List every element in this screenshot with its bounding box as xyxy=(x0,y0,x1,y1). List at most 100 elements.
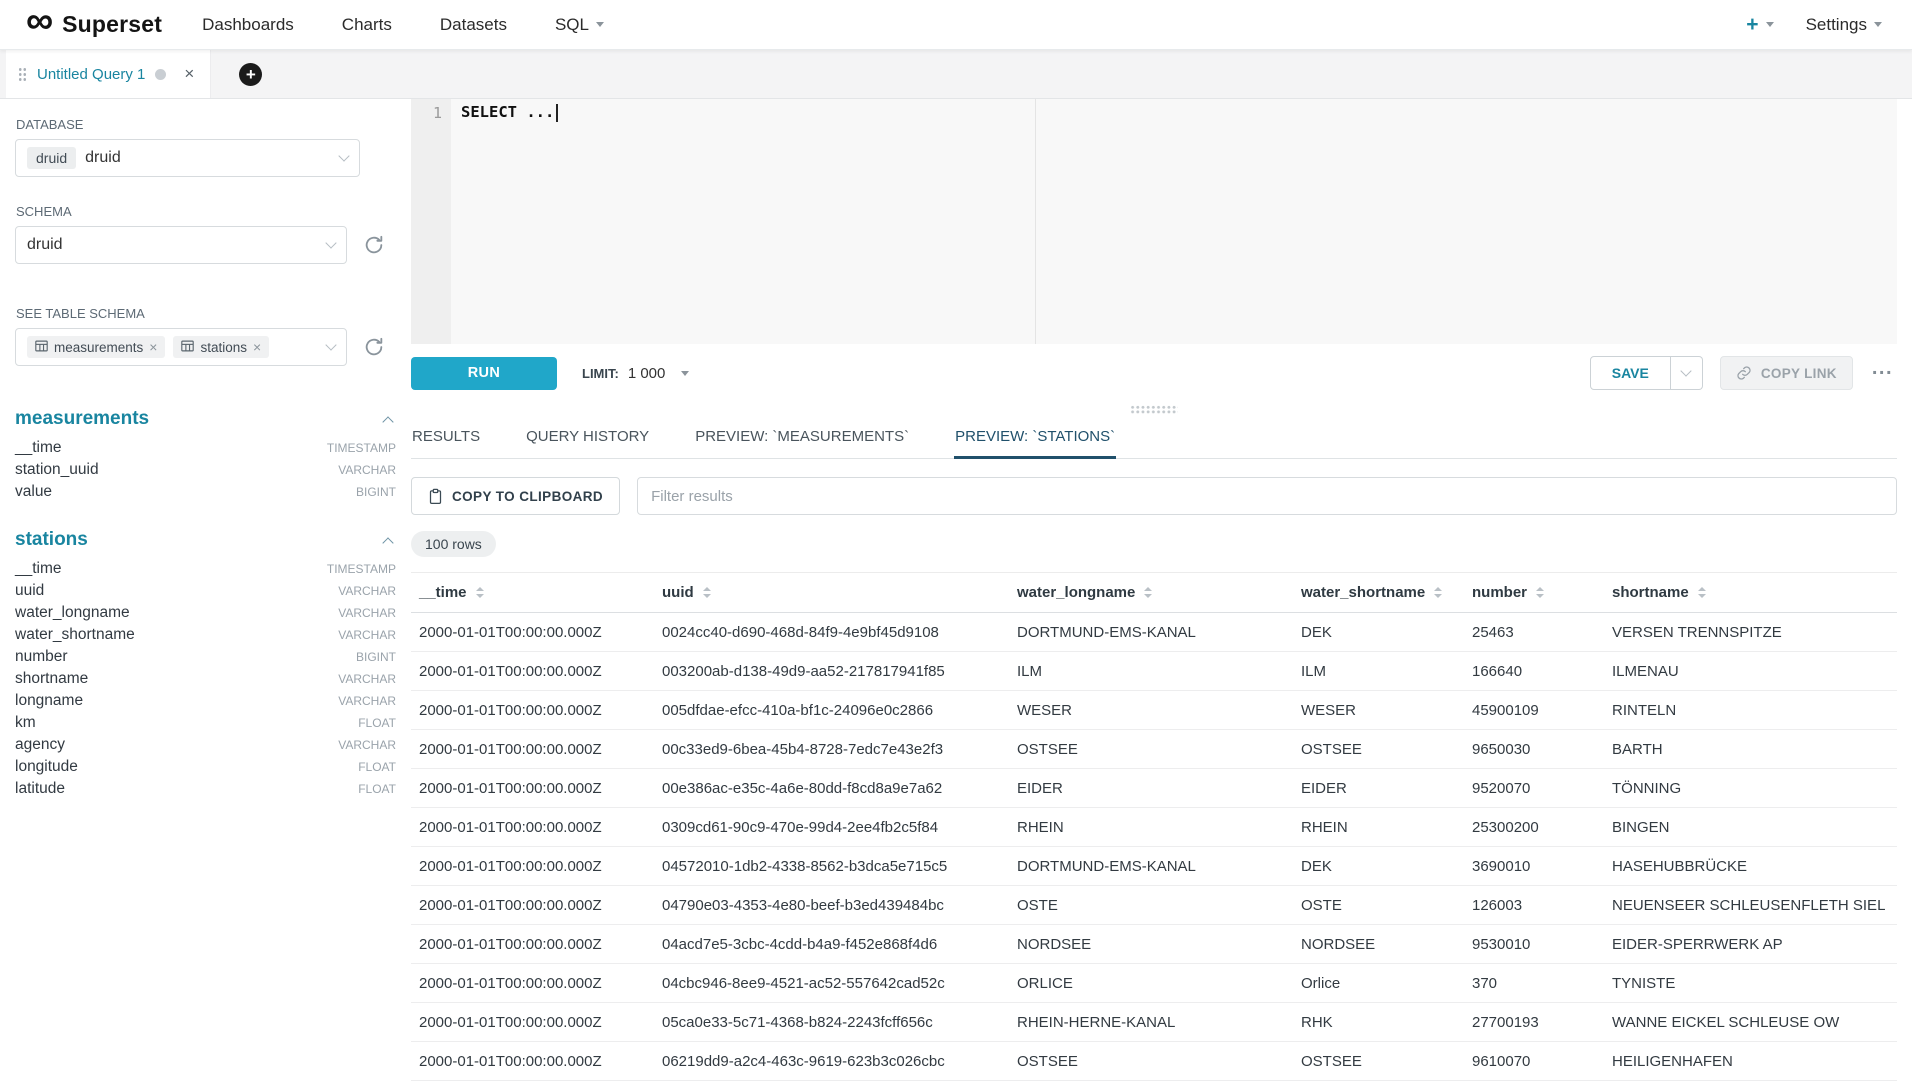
column-type: FLOAT xyxy=(358,782,396,796)
sort-desc-icon xyxy=(1434,594,1442,598)
table-section-header[interactable]: stations xyxy=(15,529,396,551)
save-button[interactable]: SAVE xyxy=(1590,356,1671,390)
database-label: DATABASE xyxy=(16,117,396,132)
add-tab-button[interactable]: + xyxy=(239,63,262,86)
column-header[interactable]: water_shortname xyxy=(1293,573,1464,612)
nav-item-charts[interactable]: Charts xyxy=(342,15,392,35)
copy-link-label: COPY LINK xyxy=(1761,366,1837,381)
column-header-label: uuid xyxy=(662,584,694,601)
table-cell: EIDER-SPERRWERK AP xyxy=(1604,936,1897,953)
settings-label: Settings xyxy=(1806,15,1867,35)
column-header[interactable]: water_longname xyxy=(1009,573,1293,612)
close-icon[interactable]: × xyxy=(184,64,194,84)
copy-link-button[interactable]: COPY LINK xyxy=(1720,356,1853,390)
nav-item-datasets[interactable]: Datasets xyxy=(440,15,507,35)
run-button[interactable]: RUN xyxy=(411,357,557,390)
column-type: VARCHAR xyxy=(338,606,396,620)
table-row[interactable]: 2000-01-01T00:00:00.000Z003200ab-d138-49… xyxy=(411,652,1897,691)
column-header[interactable]: uuid xyxy=(654,573,1009,612)
sql-editor[interactable]: 1 SELECT ... xyxy=(411,99,1897,344)
remove-table-icon[interactable]: × xyxy=(149,339,157,355)
sort-asc-icon xyxy=(1144,587,1152,591)
drag-handle-icon[interactable] xyxy=(18,67,27,82)
column-row: __timeTIMESTAMP xyxy=(15,558,396,580)
sort-asc-icon xyxy=(703,587,711,591)
results-tab[interactable]: RESULTS xyxy=(411,419,481,458)
database-select[interactable]: druid druid xyxy=(15,139,360,177)
filter-results-input[interactable] xyxy=(637,477,1897,515)
table-row[interactable]: 2000-01-01T00:00:00.000Z04572010-1db2-43… xyxy=(411,847,1897,886)
chevron-down-icon xyxy=(1766,22,1774,27)
column-name: __time xyxy=(15,439,62,457)
print-margin-line xyxy=(1035,99,1036,344)
more-options-button[interactable]: ... xyxy=(1868,357,1897,390)
settings-menu[interactable]: Settings xyxy=(1806,15,1882,35)
schema-select[interactable]: druid xyxy=(15,226,347,264)
table-cell: 04572010-1db2-4338-8562-b3dca5e715c5 xyxy=(654,858,1009,875)
results-tab[interactable]: QUERY HISTORY xyxy=(525,419,650,458)
editor-code[interactable]: SELECT ... xyxy=(451,99,558,344)
table-section-measurements: measurements__timeTIMESTAMPstation_uuidV… xyxy=(15,408,396,503)
save-dropdown-button[interactable] xyxy=(1671,356,1703,390)
table-schema-select[interactable]: measurements×stations× xyxy=(15,328,347,366)
table-cell: WANNE EICKEL SCHLEUSE OW xyxy=(1604,1014,1897,1031)
results-grid: __time uuid water_longnamewater_shortnamen… xyxy=(411,572,1897,1081)
limit-dropdown[interactable]: LIMIT: 1 000 xyxy=(582,365,689,382)
table-cell: RINTELN xyxy=(1604,702,1897,719)
table-section-header[interactable]: measurements xyxy=(15,408,396,430)
column-row: water_shortnameVARCHAR xyxy=(15,624,396,646)
results-tab[interactable]: PREVIEW: `STATIONS` xyxy=(954,419,1116,458)
copy-to-clipboard-button[interactable]: COPY TO CLIPBOARD xyxy=(411,477,620,515)
chevron-down-icon xyxy=(325,339,336,350)
table-row[interactable]: 2000-01-01T00:00:00.000Z0309cd61-90c9-47… xyxy=(411,808,1897,847)
sort-icon xyxy=(476,587,484,598)
table-cell: 0024cc40-d690-468d-84f9-4e9bf45d9108 xyxy=(654,624,1009,641)
chevron-up-icon xyxy=(382,537,393,548)
nav-item-sql[interactable]: SQL xyxy=(555,15,604,35)
column-header[interactable]: number xyxy=(1464,573,1604,612)
table-row[interactable]: 2000-01-01T00:00:00.000Z04790e03-4353-4e… xyxy=(411,886,1897,925)
column-row: station_uuidVARCHAR xyxy=(15,459,396,481)
table-row[interactable]: 2000-01-01T00:00:00.000Z04cbc946-8ee9-45… xyxy=(411,964,1897,1003)
column-header[interactable]: shortname xyxy=(1604,573,1897,612)
nav-menu: Dashboards Charts Datasets SQL xyxy=(202,15,604,35)
table-cell: DEK xyxy=(1293,624,1464,641)
nav-item-dashboards[interactable]: Dashboards xyxy=(202,15,294,35)
table-row[interactable]: 2000-01-01T00:00:00.000Z05ca0e33-5c71-43… xyxy=(411,1003,1897,1042)
table-row[interactable]: 2000-01-01T00:00:00.000Z005dfdae-efcc-41… xyxy=(411,691,1897,730)
editor-toolbar: RUN LIMIT: 1 000 SAVE COPY LINK ... xyxy=(411,344,1897,402)
line-number: 1 xyxy=(433,104,442,122)
table-cell: NORDSEE xyxy=(1009,936,1293,953)
table-row[interactable]: 2000-01-01T00:00:00.000Z06219dd9-a2c4-46… xyxy=(411,1042,1897,1081)
pane-splitter[interactable] xyxy=(411,402,1897,417)
table-cell: 04790e03-4353-4e80-beef-b3ed439484bc xyxy=(654,897,1009,914)
table-row[interactable]: 2000-01-01T00:00:00.000Z0024cc40-d690-46… xyxy=(411,613,1897,652)
query-tab[interactable]: Untitled Query 1 × xyxy=(6,50,211,98)
link-icon xyxy=(1736,365,1752,381)
table-row[interactable]: 2000-01-01T00:00:00.000Z00e386ac-e35c-4a… xyxy=(411,769,1897,808)
table-cell: WESER xyxy=(1293,702,1464,719)
column-header-label: __time xyxy=(419,584,467,601)
database-value: druid xyxy=(85,149,121,167)
table-cell: 2000-01-01T00:00:00.000Z xyxy=(411,624,654,641)
table-cell: 2000-01-01T00:00:00.000Z xyxy=(411,819,654,836)
remove-table-icon[interactable]: × xyxy=(253,339,261,355)
column-name: number xyxy=(15,648,68,666)
new-item-dropdown[interactable]: + xyxy=(1746,13,1773,37)
brand[interactable]: ∞ Superset xyxy=(26,11,162,38)
schema-value: druid xyxy=(27,236,63,254)
sort-icon xyxy=(1698,587,1706,598)
table-row[interactable]: 2000-01-01T00:00:00.000Z00c33ed9-6bea-45… xyxy=(411,730,1897,769)
table-cell: Orlice xyxy=(1293,975,1464,992)
table-row[interactable]: 2000-01-01T00:00:00.000Z04acd7e5-3cbc-4c… xyxy=(411,925,1897,964)
column-type: VARCHAR xyxy=(338,463,396,477)
column-row: uuidVARCHAR xyxy=(15,580,396,602)
column-type: VARCHAR xyxy=(338,672,396,686)
table-cell: WESER xyxy=(1009,702,1293,719)
table-cell: 9530010 xyxy=(1464,936,1604,953)
results-tab[interactable]: PREVIEW: `MEASUREMENTS` xyxy=(694,419,910,458)
column-header[interactable]: __time xyxy=(411,573,654,612)
schema-label: SCHEMA xyxy=(16,204,396,219)
refresh-schema-button[interactable] xyxy=(361,232,387,258)
refresh-tables-button[interactable] xyxy=(361,334,387,360)
